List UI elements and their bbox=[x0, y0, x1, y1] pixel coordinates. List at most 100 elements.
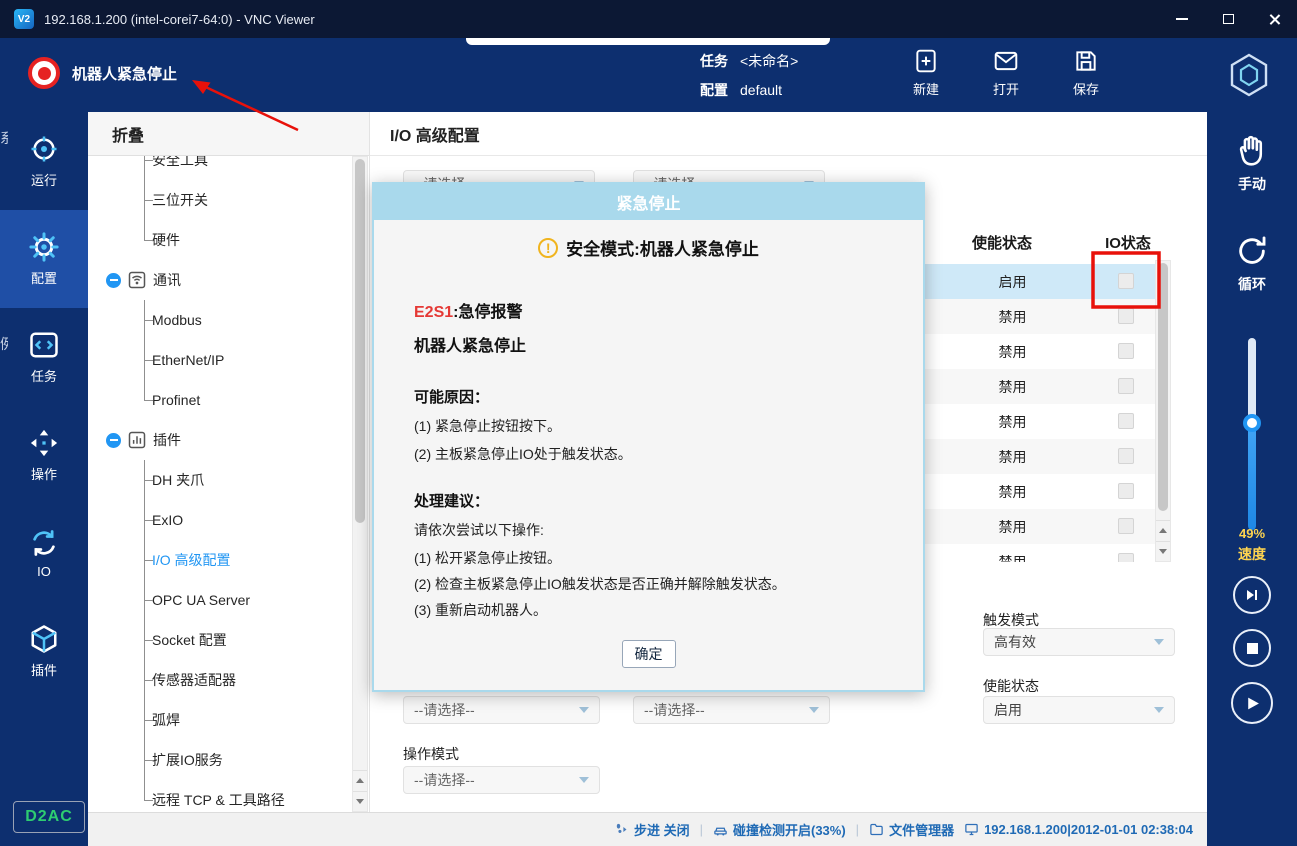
io-checkbox[interactable] bbox=[1118, 518, 1134, 534]
io-checkbox[interactable] bbox=[1118, 413, 1134, 429]
speed-slider[interactable] bbox=[1248, 338, 1256, 530]
tree-item-dh-gripper[interactable]: DH 夹爪 bbox=[88, 460, 369, 500]
select-placeholder-1[interactable]: --请选择-- bbox=[403, 696, 600, 724]
brand-logo-icon bbox=[1225, 51, 1273, 99]
tree-item-modbus[interactable]: Modbus bbox=[88, 300, 369, 340]
chart-icon bbox=[128, 431, 146, 449]
tree-item-opc-ua-server[interactable]: OPC UA Server bbox=[88, 580, 369, 620]
loop-mode-button[interactable]: 循环 bbox=[1207, 234, 1297, 294]
io-checkbox[interactable] bbox=[1118, 378, 1134, 394]
table-row[interactable]: 禁用 bbox=[925, 474, 1155, 509]
folder-icon bbox=[869, 822, 884, 837]
trigger-mode-label: 触发模式 bbox=[983, 610, 1039, 630]
tree-item-exio[interactable]: ExIO bbox=[88, 500, 369, 540]
tree-item-ethernet-ip[interactable]: EtherNet/IP bbox=[88, 340, 369, 380]
io-checkbox[interactable] bbox=[1118, 308, 1134, 324]
warning-icon bbox=[538, 238, 558, 258]
io-checkbox[interactable] bbox=[1118, 553, 1134, 562]
tree-item-extended-io-service[interactable]: 扩展IO服务 bbox=[88, 740, 369, 780]
open-button[interactable]: 打开 bbox=[974, 48, 1038, 98]
chevron-down-icon bbox=[1154, 639, 1164, 645]
table-row[interactable]: 禁用 bbox=[925, 299, 1155, 334]
maximize-icon bbox=[1223, 14, 1234, 24]
manual-mode-button[interactable]: 手动 bbox=[1207, 134, 1297, 194]
maximize-button[interactable] bbox=[1205, 0, 1251, 38]
ok-button[interactable]: 确定 bbox=[622, 640, 676, 668]
tree-item-communication[interactable]: 通讯 bbox=[88, 260, 369, 300]
config-tree-panel: 折叠 安全工具 三位开关 硬件 通讯 Modbus EtherNet/IP Pr… bbox=[88, 112, 370, 812]
estop-dialog: 紧急停止 安全模式:机器人紧急停止 E2S1:急停报警 机器人紧急停止 可能原因… bbox=[372, 182, 925, 692]
tree-item-sensor-adapter[interactable]: 传感器适配器 bbox=[88, 660, 369, 700]
step-status[interactable]: 步进 关闭 bbox=[614, 820, 690, 839]
stop-button[interactable] bbox=[1233, 629, 1271, 667]
operation-mode-select[interactable]: --请选择-- bbox=[403, 766, 600, 794]
minimize-button[interactable] bbox=[1159, 0, 1205, 38]
table-scrollbar[interactable] bbox=[1155, 260, 1171, 562]
trigger-mode-select[interactable]: 高有效 bbox=[983, 628, 1175, 656]
slider-track-upper bbox=[1248, 338, 1256, 422]
table-row[interactable]: 禁用 bbox=[925, 404, 1155, 439]
tree-item-io-advanced-config[interactable]: I/O 高级配置 bbox=[88, 540, 369, 580]
sidebar-item-io[interactable]: IO bbox=[0, 504, 88, 602]
close-button[interactable] bbox=[1251, 0, 1297, 38]
tree-item-hardware[interactable]: 硬件 bbox=[88, 220, 369, 260]
sidebar-item-config[interactable]: 配置 bbox=[0, 210, 88, 308]
save-button[interactable]: 保存 bbox=[1054, 48, 1118, 98]
table-scrollbar-thumb[interactable] bbox=[1158, 263, 1168, 511]
cause-item: (1) 紧急停止按钮按下。 bbox=[414, 416, 893, 436]
collision-status[interactable]: 碰撞检测开启(33%) bbox=[713, 820, 846, 839]
enable-status-select[interactable]: 启用 bbox=[983, 696, 1175, 724]
tree-item-three-position-switch[interactable]: 三位开关 bbox=[88, 180, 369, 220]
table-row[interactable]: 禁用 bbox=[925, 334, 1155, 369]
chevron-down-icon bbox=[809, 707, 819, 713]
table-row[interactable]: 禁用 bbox=[925, 439, 1155, 474]
collapse-minus-icon[interactable] bbox=[106, 273, 121, 288]
scroll-up-button[interactable] bbox=[353, 770, 367, 790]
table-row[interactable]: 禁用 bbox=[925, 544, 1155, 562]
cycle-icon bbox=[29, 528, 59, 558]
select-placeholder-2[interactable]: --请选择-- bbox=[633, 696, 830, 724]
tree-collapse-header[interactable]: 折叠 bbox=[88, 112, 369, 156]
sidebar-item-plugin[interactable]: 插件 bbox=[0, 602, 88, 700]
vnc-viewer-window: V2 192.168.1.200 (intel-corei7-64:0) - V… bbox=[0, 0, 1297, 846]
scroll-down-button[interactable] bbox=[1156, 541, 1170, 561]
file-manager-button[interactable]: 文件管理器 bbox=[869, 820, 954, 839]
estop-indicator: 机器人紧急停止 bbox=[28, 57, 177, 89]
io-checkbox[interactable] bbox=[1118, 273, 1134, 289]
speed-slider-thumb[interactable] bbox=[1243, 414, 1261, 432]
play-button[interactable] bbox=[1231, 682, 1273, 724]
table-row[interactable]: 启用 bbox=[925, 264, 1155, 299]
scroll-up-button[interactable] bbox=[1156, 520, 1170, 540]
io-checkbox[interactable] bbox=[1118, 343, 1134, 359]
tree-item-profinet[interactable]: Profinet bbox=[88, 380, 369, 420]
tree-scrollbar-thumb[interactable] bbox=[355, 159, 365, 523]
table-row[interactable]: 禁用 bbox=[925, 369, 1155, 404]
tree-item-arc-welding[interactable]: 弧焊 bbox=[88, 700, 369, 740]
step-forward-icon bbox=[1245, 588, 1259, 602]
sidebar-item-run[interactable]: 运行 bbox=[0, 112, 88, 210]
io-checkbox[interactable] bbox=[1118, 448, 1134, 464]
io-table: 启用 禁用 禁用 禁用 禁用 禁用 禁用 禁用 禁用 bbox=[925, 264, 1155, 562]
scroll-down-button[interactable] bbox=[353, 791, 367, 811]
chevron-down-icon bbox=[1154, 707, 1164, 713]
new-button[interactable]: 新建 bbox=[894, 48, 958, 98]
task-label: 任务 bbox=[700, 51, 728, 71]
advice-intro: 请依次尝试以下操作: bbox=[414, 520, 893, 540]
config-value: default bbox=[740, 82, 782, 98]
collapse-minus-icon[interactable] bbox=[106, 433, 121, 448]
step-forward-button[interactable] bbox=[1233, 576, 1271, 614]
dialog-title: 紧急停止 bbox=[374, 184, 923, 220]
io-checkbox[interactable] bbox=[1118, 483, 1134, 499]
column-header-io-status: IO状态 bbox=[1083, 232, 1173, 253]
tree-item-socket-config[interactable]: Socket 配置 bbox=[88, 620, 369, 660]
sidebar-item-operate[interactable]: 操作 bbox=[0, 406, 88, 504]
tree-item-safety-tools[interactable]: 安全工具 bbox=[88, 156, 369, 180]
tree-scrollbar[interactable] bbox=[352, 156, 368, 812]
table-row[interactable]: 禁用 bbox=[925, 509, 1155, 544]
estop-label: 机器人紧急停止 bbox=[72, 63, 177, 84]
sidebar-item-task[interactable]: 任务 bbox=[0, 308, 88, 406]
tree-item-remote-tcp-toolpath[interactable]: 远程 TCP & 工具路径 bbox=[88, 780, 369, 812]
vnc-toolbar-handle[interactable] bbox=[466, 38, 830, 45]
speed-label: 速度 bbox=[1207, 544, 1297, 564]
tree-item-plugins[interactable]: 插件 bbox=[88, 420, 369, 460]
